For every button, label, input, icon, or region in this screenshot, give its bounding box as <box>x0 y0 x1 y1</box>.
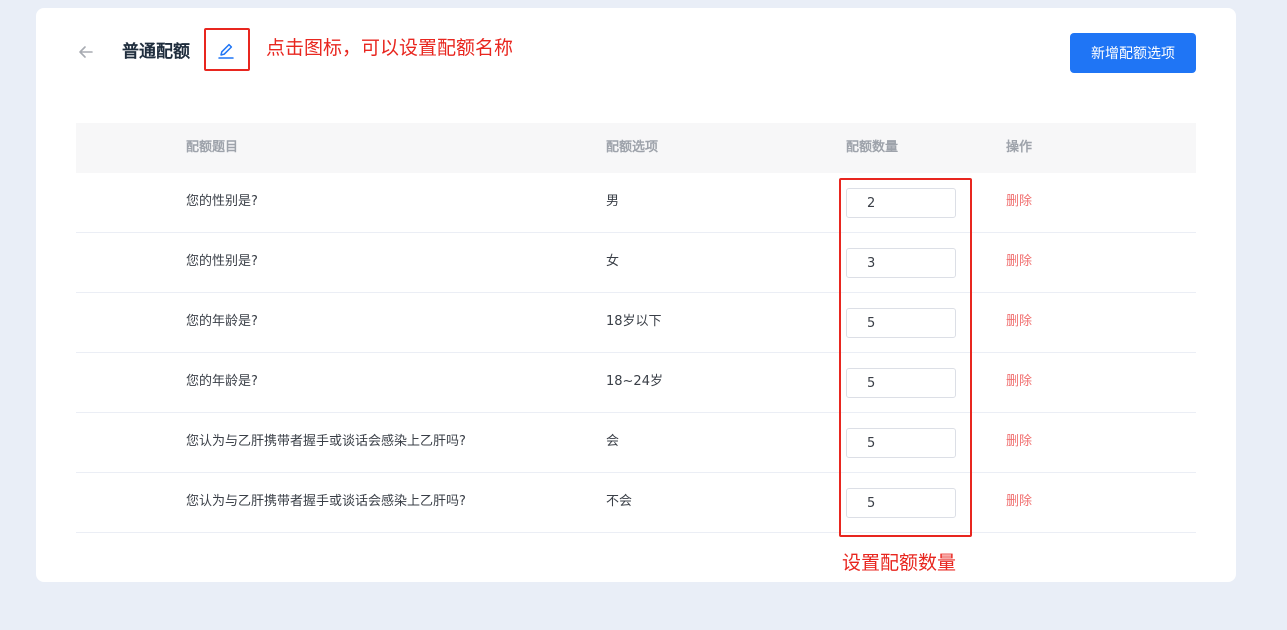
option-cell: 男 <box>606 194 620 209</box>
table-row: 您的年龄是? 18岁以下 删除 <box>76 293 1196 353</box>
option-cell: 18~24岁 <box>606 374 663 389</box>
quantity-annotation-box <box>839 178 972 537</box>
table-row: 您的性别是? 女 删除 <box>76 233 1196 293</box>
table-row: 您认为与乙肝携带者握手或谈话会感染上乙肝吗? 不会 删除 <box>76 473 1196 533</box>
table-row: 您认为与乙肝携带者握手或谈话会感染上乙肝吗? 会 删除 <box>76 413 1196 473</box>
question-cell: 您的性别是? <box>186 254 258 269</box>
question-cell: 您认为与乙肝携带者握手或谈话会感染上乙肝吗? <box>186 494 466 509</box>
option-cell: 不会 <box>606 494 633 509</box>
table-header: 配额题目 配额选项 配额数量 操作 <box>76 123 1196 173</box>
option-cell: 女 <box>606 254 620 269</box>
edit-annotation-box <box>204 28 250 71</box>
question-cell: 您的性别是? <box>186 194 258 209</box>
delete-link[interactable]: 删除 <box>1006 413 1032 473</box>
quota-card: 普通配额 点击图标，可以设置配额名称 新增配额选项 配额题目 配额选项 配额数量… <box>36 8 1236 582</box>
column-header-action: 操作 <box>1006 140 1033 155</box>
delete-link[interactable]: 删除 <box>1006 473 1032 533</box>
edit-annotation-text: 点击图标，可以设置配额名称 <box>266 37 514 59</box>
option-cell: 18岁以下 <box>606 314 662 329</box>
page-title: 普通配额 <box>122 42 190 62</box>
question-cell: 您认为与乙肝携带者握手或谈话会感染上乙肝吗? <box>186 434 466 449</box>
question-cell: 您的年龄是? <box>186 314 258 329</box>
column-header-quantity: 配额数量 <box>846 140 899 155</box>
delete-link[interactable]: 删除 <box>1006 293 1032 353</box>
option-cell: 会 <box>606 434 620 449</box>
add-quota-option-button[interactable]: 新增配额选项 <box>1070 33 1196 73</box>
table-row: 您的年龄是? 18~24岁 删除 <box>76 353 1196 413</box>
quantity-annotation-text: 设置配额数量 <box>842 552 957 574</box>
arrow-left-icon[interactable] <box>76 42 96 62</box>
delete-link[interactable]: 删除 <box>1006 353 1032 413</box>
question-cell: 您的年龄是? <box>186 374 258 389</box>
delete-link[interactable]: 删除 <box>1006 233 1032 293</box>
column-header-option: 配额选项 <box>606 140 659 155</box>
delete-link[interactable]: 删除 <box>1006 173 1032 233</box>
quota-table: 配额题目 配额选项 配额数量 操作 您的性别是? 男 删除 您的性别是? 女 删… <box>76 123 1196 533</box>
table-row: 您的性别是? 男 删除 <box>76 173 1196 233</box>
column-header-question: 配额题目 <box>186 140 239 155</box>
